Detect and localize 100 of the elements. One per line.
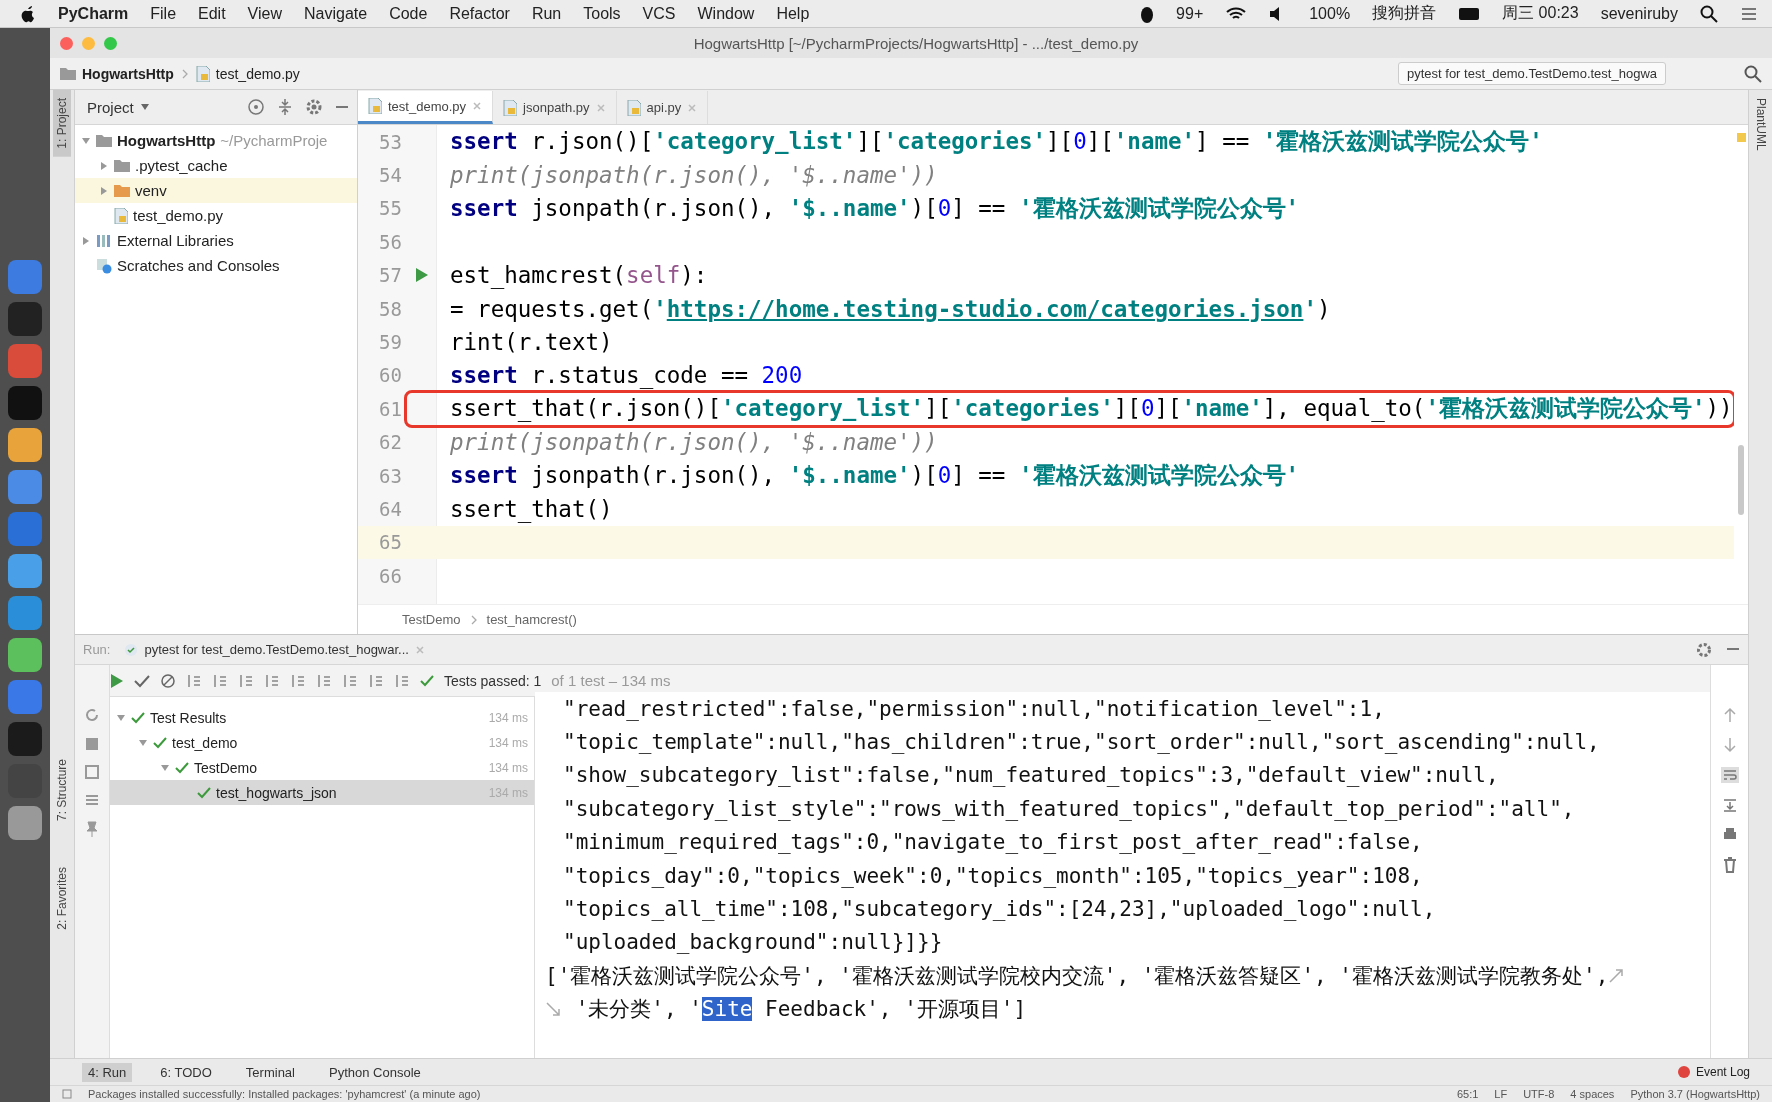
status-item[interactable]: Python 3.7 (HogwartsHttp) <box>1630 1088 1760 1100</box>
app-icon[interactable] <box>8 470 42 504</box>
app-icon[interactable] <box>8 344 42 378</box>
expanded-arrow-icon[interactable] <box>160 762 170 773</box>
check-icon[interactable] <box>134 673 150 688</box>
toolbar-icon[interactable] <box>316 672 332 689</box>
toolbar-icon[interactable] <box>342 672 358 689</box>
run-tab[interactable]: pytest for test_demo.TestDemo.test_hogwar... <box>144 642 409 657</box>
breadcrumb[interactable]: TestDemo <box>402 612 461 627</box>
apple-icon[interactable] <box>20 4 36 23</box>
rerun-icon[interactable] <box>84 707 100 723</box>
tool-window-tab[interactable]: Terminal <box>239 1062 301 1082</box>
zoom-button[interactable] <box>104 36 117 50</box>
toolbar-icon[interactable] <box>212 672 228 689</box>
status-item[interactable]: 4 spaces <box>1570 1088 1615 1100</box>
tool-window-tab[interactable]: 7: Structure <box>53 751 71 830</box>
app-menu[interactable]: PyCharm <box>58 4 129 23</box>
tree-label[interactable]: External Libraries <box>117 232 234 249</box>
run-config-dropdown[interactable]: pytest for test_demo.TestDemo.test_hogwa <box>1398 62 1666 85</box>
run-icon[interactable] <box>415 267 429 284</box>
collapse-icon[interactable] <box>277 98 293 116</box>
editor-tab[interactable]: test_demo.py <box>358 91 494 124</box>
tool-window-tab[interactable]: PlantUML <box>1751 90 1770 159</box>
menubar-status[interactable]: 搜狗拼音 <box>1372 3 1437 24</box>
toolbar-icon[interactable] <box>290 672 306 689</box>
menu-item[interactable]: Navigate <box>304 4 368 23</box>
list-icon[interactable] <box>1740 5 1758 22</box>
app-icon[interactable] <box>8 680 42 714</box>
tree-row[interactable]: venv <box>75 178 357 203</box>
breadcrumb[interactable]: HogwartsHttp <box>82 65 174 82</box>
locate-icon[interactable] <box>247 98 265 116</box>
test-name[interactable]: Test Results <box>150 709 227 726</box>
status-item[interactable]: LF <box>1494 1088 1508 1100</box>
test-name[interactable]: test_demo <box>172 734 238 751</box>
app-icon[interactable] <box>8 428 42 462</box>
close-icon[interactable] <box>687 102 698 113</box>
trash-icon[interactable] <box>1722 857 1737 873</box>
layout-icon[interactable] <box>85 765 99 779</box>
tree-label[interactable]: HogwartsHttp <box>117 132 216 149</box>
app-icon[interactable] <box>8 302 42 336</box>
test-row[interactable]: test_demo 134 ms <box>110 730 534 755</box>
minimize-button[interactable] <box>82 36 95 50</box>
menu-item[interactable]: Code <box>389 4 428 23</box>
tree-row[interactable]: test_demo.py <box>75 203 357 228</box>
menubar-status[interactable]: 99+ <box>1176 4 1204 23</box>
status-item[interactable]: UTF-8 <box>1523 1088 1555 1100</box>
app-icon[interactable] <box>8 596 42 630</box>
tree-label[interactable]: Scratches and Consoles <box>117 257 280 274</box>
menu-item[interactable]: Refactor <box>449 4 510 23</box>
menubar-status[interactable]: 周三 00:23 <box>1502 3 1579 24</box>
event-log-link[interactable]: Event Log <box>1695 1065 1750 1079</box>
app-icon[interactable] <box>8 386 42 420</box>
close-icon[interactable] <box>414 644 425 655</box>
tree-label[interactable]: venv <box>135 182 167 199</box>
layout-icon[interactable] <box>85 793 99 807</box>
tool-window-tab[interactable]: Python Console <box>323 1062 427 1082</box>
collapsed-arrow-icon[interactable] <box>81 235 91 246</box>
menubar-status[interactable]: seveniruby <box>1600 4 1678 23</box>
scroll-end-icon[interactable] <box>1721 797 1738 813</box>
toolbar-icon[interactable] <box>264 672 280 689</box>
breadcrumb[interactable]: test_demo.py <box>215 65 300 82</box>
app-icon[interactable] <box>8 722 42 756</box>
close-icon[interactable] <box>595 102 606 113</box>
down-arrow-icon[interactable] <box>1723 737 1736 753</box>
soft-wrap-icon[interactable] <box>1720 767 1739 783</box>
up-arrow-icon[interactable] <box>1723 707 1736 723</box>
search-icon[interactable] <box>1700 4 1718 23</box>
tool-window-tab[interactable]: 1: Project <box>53 90 71 157</box>
warning-marker[interactable] <box>1737 133 1746 142</box>
close-icon[interactable] <box>472 101 483 111</box>
expanded-arrow-icon[interactable] <box>81 135 91 146</box>
app-icon[interactable] <box>8 260 42 294</box>
tree-label[interactable]: .pytest_cache <box>135 157 228 174</box>
scrollbar-thumb[interactable] <box>1738 445 1744 515</box>
collapsed-arrow-icon[interactable] <box>99 160 109 171</box>
menu-item[interactable]: Run <box>531 4 562 23</box>
status-icon[interactable] <box>1140 4 1155 23</box>
toolbar-icon[interactable] <box>186 672 202 689</box>
settings-icon[interactable] <box>1696 641 1712 658</box>
test-name[interactable]: TestDemo <box>194 759 258 776</box>
search-icon[interactable] <box>1744 64 1762 83</box>
settings-icon[interactable] <box>305 98 323 116</box>
test-row[interactable]: Test Results 134 ms <box>110 705 534 730</box>
test-name[interactable]: test_hogwarts_json <box>216 784 337 801</box>
menu-item[interactable]: Tools <box>583 4 621 23</box>
app-icon[interactable] <box>8 512 42 546</box>
stop-icon[interactable] <box>85 737 99 751</box>
app-icon[interactable] <box>8 806 42 840</box>
toolbar-icon[interactable] <box>368 672 384 689</box>
menu-item[interactable]: Edit <box>198 4 226 23</box>
test-row[interactable]: TestDemo 134 ms <box>110 755 534 780</box>
app-icon[interactable] <box>8 554 42 588</box>
menu-item[interactable]: Window <box>697 4 755 23</box>
app-icon[interactable] <box>8 638 42 672</box>
breadcrumb[interactable]: test_hamcrest() <box>486 612 577 627</box>
menu-item[interactable]: Help <box>776 4 810 23</box>
tree-row[interactable]: Scratches and Consoles <box>75 253 357 278</box>
tool-window-tab[interactable]: 6: TODO <box>154 1062 218 1082</box>
toolbar-icon[interactable] <box>394 672 410 689</box>
tree-row[interactable]: .pytest_cache <box>75 153 357 178</box>
